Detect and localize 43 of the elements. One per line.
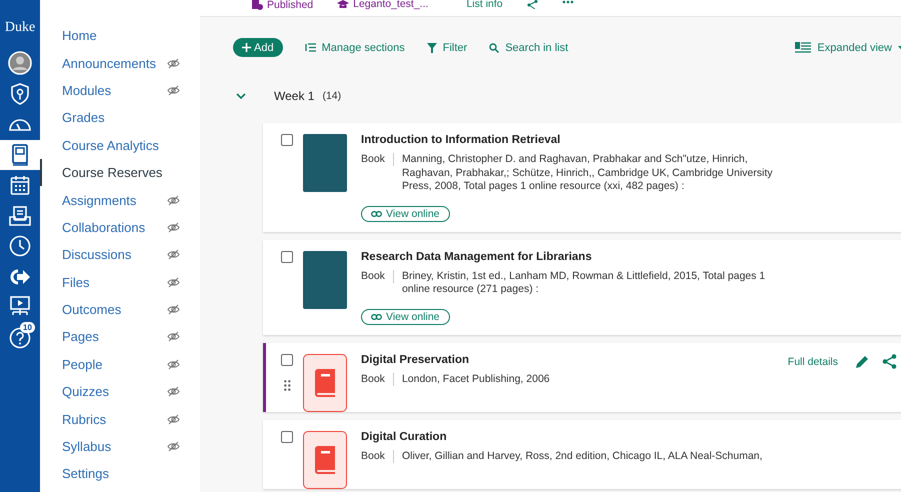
full-details-link[interactable]: Full details [788,356,838,368]
course-nav-link[interactable]: Syllabus [40,432,200,460]
item-title[interactable]: Introduction to Information Retrieval [361,134,901,146]
item-type: Book [361,372,394,386]
course-nav-link[interactable]: Announcements [40,49,200,77]
logo-text[interactable]: Duke [0,20,40,38]
course-nav-link[interactable]: Home [40,22,200,50]
item-details: Oliver, Gillian and Harvey, Ross, 2nd edition, Chicago IL, ALA Neal-Schuman, [402,450,762,463]
section-title: Week 1 [274,89,314,103]
add-button[interactable]: Add [233,38,283,57]
filter-button[interactable]: Filter [426,42,468,54]
course-nav-link[interactable]: Outcomes [40,296,200,324]
item-title[interactable]: Research Data Management for Librarians [361,250,901,262]
rail-nav-button[interactable]: 10 [0,322,40,353]
item-count: (14) [322,90,342,102]
course-nav-link[interactable]: Course Analytics [40,132,200,159]
item-title[interactable]: Digital Preservation [361,354,788,366]
item-details: Manning, Christopher D. and Raghavan, Prabhakar and Sch"utze, Hinrich, Raghavan, Prabhakar,; Schütze, Hinrich,, Cambridge UK, Cambridge University Press, 2008, Total pages 1 online resource (xxi, 482 pages) : [402,153,774,194]
view-dropdown[interactable]: Expanded view [795,42,901,54]
search-button[interactable]: Search in list [489,42,568,54]
manage-sections-button[interactable]: Manage sections [304,42,405,54]
item-details: Briney, Kristin, 1st ed., Lanham MD, Rowman & Littlefield, 2015, Total pages 1 online resource (271 pages) : [402,270,766,296]
course-link[interactable]: Leganto_test_... [337,0,428,9]
course-nav-link[interactable]: Discussions [40,241,200,269]
course-nav-link[interactable]: Grades [40,104,200,132]
course-nav-link[interactable]: Modules [40,76,200,104]
course-nav-link[interactable]: People [40,350,200,378]
item-type: Book [361,153,394,166]
course-nav-link[interactable]: Pages [40,323,200,351]
course-nav-link[interactable]: Settings [40,460,200,488]
course-nav-link[interactable]: Quizzes [40,378,200,406]
item-title[interactable]: Digital Curation [361,430,901,442]
item-details: London, Facet Publishing, 2006 [402,372,550,386]
item-type: Book [361,450,394,462]
published-status[interactable]: Published [252,0,314,10]
course-nav-link[interactable]: Assignments [40,186,200,214]
course-nav-link[interactable]: Files [40,268,200,296]
notification-badge: 10 [20,322,35,332]
course-nav-link[interactable]: Collaborations [40,214,200,242]
view-online-link[interactable]: View online [361,308,450,324]
item-type: Book [361,270,394,282]
course-nav-link[interactable]: Rubrics [40,405,200,433]
view-online-link[interactable]: View online [361,206,450,222]
